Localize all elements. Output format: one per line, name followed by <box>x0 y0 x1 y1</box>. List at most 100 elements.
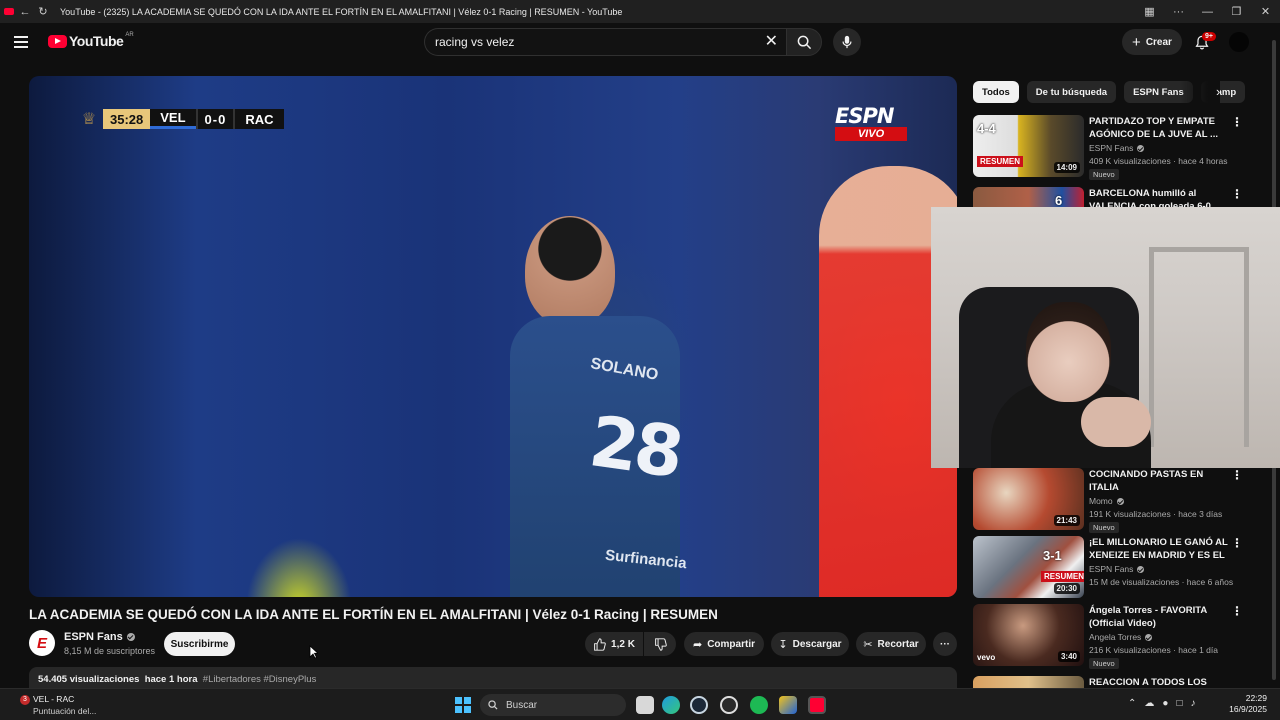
like-button[interactable]: 1,2 K <box>585 632 643 656</box>
app-icon[interactable]: ▦ <box>1135 5 1164 18</box>
scorebug: ♕ 35:28 VEL 0-0 RAC <box>81 109 284 129</box>
new-badge: Nuevo <box>1089 169 1119 180</box>
thumbnail-score: 6 <box>1055 193 1063 208</box>
spotify-icon[interactable] <box>750 696 768 714</box>
recommended-video[interactable]: REACCION A TODOS LOS <box>973 676 1263 688</box>
vevo-logo: vevo <box>977 653 996 662</box>
voice-search-button[interactable] <box>833 28 861 56</box>
upload-date: hace 1 hora <box>144 674 198 685</box>
chevron-right-icon[interactable]: › <box>1216 84 1220 99</box>
windows-taskbar: 3 VEL - RAC Puntuación del... Buscar ⌃ ☁… <box>0 688 1280 720</box>
create-label: Crear <box>1145 36 1172 48</box>
back-arrow-icon[interactable]: ← <box>18 5 32 19</box>
webcam-overlay <box>931 207 1280 468</box>
search-input[interactable]: racing vs velez ✕ <box>424 28 786 56</box>
create-button[interactable]: + Crear <box>1122 29 1182 55</box>
recommended-video[interactable]: 4-4 RESUMEN 14:09 PARTIDAZO TOP Y EMPATE… <box>973 115 1263 180</box>
hashtags[interactable]: #Libertadores #DisneyPlus <box>203 674 317 685</box>
kebab-menu-icon[interactable]: ⋮ <box>1231 115 1243 129</box>
recommended-video[interactable]: 3-1 RESUMEN 20:30 ¡EL MILLONARIO LE GANÓ… <box>973 536 1263 598</box>
search-icon <box>797 35 811 49</box>
edge-icon[interactable] <box>662 696 680 714</box>
minimize-icon[interactable]: — <box>1193 6 1222 18</box>
kebab-menu-icon[interactable]: ⋮ <box>1231 604 1243 618</box>
video-thumbnail[interactable]: 3-1 RESUMEN 20:30 <box>973 536 1084 598</box>
chip-from-search[interactable]: De tu búsqueda <box>1026 81 1117 103</box>
steam-icon[interactable] <box>690 696 708 714</box>
taskbar-search-placeholder: Buscar <box>506 699 538 711</box>
youtube-logo[interactable]: YouTube AR <box>48 32 134 49</box>
video-thumbnail[interactable]: 21:43 <box>973 468 1084 530</box>
recommended-channel[interactable]: Momo <box>1089 496 1124 506</box>
clear-search-icon[interactable]: ✕ <box>765 34 778 50</box>
youtube-play-icon <box>48 34 67 48</box>
more-options-icon[interactable]: ··· <box>1164 6 1193 18</box>
dislike-button[interactable] <box>644 632 676 656</box>
video-thumbnail[interactable] <box>973 676 1084 688</box>
share-button[interactable]: ➦ Compartir <box>684 632 764 656</box>
recommended-video[interactable]: vevo 3:40 Ángela Torres - FAVORITA (Offi… <box>973 604 1263 669</box>
espn-vivo-logo: ESPN VIVO <box>835 106 907 141</box>
clip-button[interactable]: ✂ Recortar <box>856 632 926 656</box>
kebab-menu-icon[interactable]: ⋮ <box>1231 187 1243 201</box>
verified-icon <box>1145 633 1153 641</box>
mic-tray-icon[interactable]: ● <box>1162 698 1168 709</box>
channel-name[interactable]: ESPN Fans <box>64 631 135 643</box>
recommended-channel[interactable]: Angela Torres <box>1089 632 1153 642</box>
browser-titlebar: ← ↻ YouTube - (2325) LA ACADEMIA SE QUED… <box>0 0 1280 23</box>
more-actions-button[interactable]: ··· <box>933 632 957 656</box>
hamburger-menu-icon[interactable] <box>14 32 34 52</box>
monitor-icon[interactable]: □ <box>1176 698 1182 709</box>
video-duration: 20:30 <box>1053 583 1080 594</box>
close-icon[interactable]: ✕ <box>1251 5 1280 18</box>
like-count: 1,2 K <box>611 638 635 650</box>
verified-icon <box>1137 144 1145 152</box>
kebab-menu-icon[interactable]: ⋮ <box>1231 468 1243 482</box>
task-view-icon[interactable] <box>636 696 654 714</box>
window-title: YouTube - (2325) LA ACADEMIA SE QUEDÓ CO… <box>60 6 623 17</box>
widget-subtitle: Puntuación del... <box>33 706 97 716</box>
thumbnail-score: 3-1 <box>1043 548 1062 563</box>
plus-icon: + <box>1132 33 1141 51</box>
search-button[interactable] <box>786 28 822 56</box>
cloud-icon[interactable]: ☁ <box>1144 698 1154 709</box>
recommended-title[interactable]: ¡EL MILLONARIO LE GANÓ AL XENEIZE EN MAD… <box>1089 536 1229 562</box>
video-duration: 21:43 <box>1053 515 1080 526</box>
recommended-meta: 216 K visualizaciones · hace 1 día <box>1089 645 1218 655</box>
recommended-title[interactable]: Ángela Torres - FAVORITA (Official Video… <box>1089 604 1229 630</box>
recommended-video[interactable]: 21:43 COCINANDO PASTAS EN ITALIA Momo 19… <box>973 468 1263 533</box>
recommended-title[interactable]: REACCION A TODOS LOS <box>1089 676 1229 688</box>
volume-icon[interactable]: ♪ <box>1190 698 1195 709</box>
video-player[interactable]: SOLANO 28 Surfinancia ♕ 35:28 VEL 0-0 RA… <box>29 76 957 597</box>
recommended-title[interactable]: COCINANDO PASTAS EN ITALIA <box>1089 468 1229 494</box>
maximize-icon[interactable]: ❐ <box>1222 5 1251 18</box>
share-label: Compartir <box>707 638 755 650</box>
clip-label: Recortar <box>877 638 919 650</box>
scissors-icon: ✂ <box>863 638 873 651</box>
recommended-title[interactable]: PARTIDAZO TOP Y EMPATE AGÓNICO DE LA JUV… <box>1089 115 1229 141</box>
taskbar-search[interactable]: Buscar <box>480 694 626 716</box>
recommended-channel[interactable]: ESPN Fans <box>1089 143 1145 153</box>
reload-icon[interactable]: ↻ <box>36 5 50 19</box>
channel-avatar[interactable]: E <box>29 630 55 656</box>
kebab-menu-icon[interactable]: ⋮ <box>1231 536 1243 550</box>
verified-icon <box>1137 565 1145 573</box>
scorebug-home-team: VEL <box>150 109 196 129</box>
video-duration: 3:40 <box>1057 651 1080 662</box>
chevron-up-icon[interactable]: ⌃ <box>1128 698 1136 709</box>
obs-icon[interactable] <box>720 696 738 714</box>
new-badge: Nuevo <box>1089 522 1119 533</box>
youtube-app-icon[interactable] <box>808 696 826 714</box>
video-thumbnail[interactable]: 4-4 RESUMEN 14:09 <box>973 115 1084 177</box>
taskbar-clock[interactable]: 22:29 16/9/2025 <box>1227 693 1267 715</box>
verified-icon <box>126 633 135 641</box>
windows-start-icon[interactable] <box>455 697 471 713</box>
download-button[interactable]: ↧ Descargar <box>771 632 849 656</box>
account-avatar[interactable] <box>1229 32 1249 52</box>
recommended-channel[interactable]: ESPN Fans <box>1089 564 1145 574</box>
video-thumbnail[interactable]: vevo 3:40 <box>973 604 1084 666</box>
chip-all[interactable]: Todos <box>973 81 1019 103</box>
file-explorer-icon[interactable] <box>779 696 797 714</box>
subscribe-button[interactable]: Suscribirme <box>164 632 235 656</box>
clock-date: 16/9/2025 <box>1229 704 1267 714</box>
